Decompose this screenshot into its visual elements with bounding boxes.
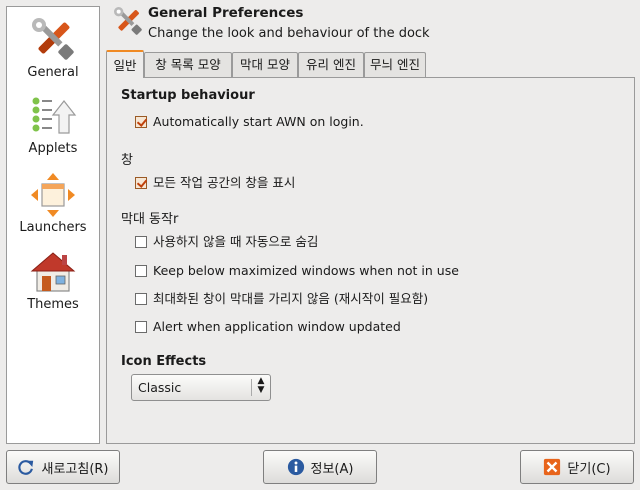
refresh-button[interactable]: 새로고침(R) [6,450,120,484]
checkbox-unchecked-icon[interactable] [135,264,147,277]
spin-arrows-icon: ▲ ▼ [257,376,265,395]
autohide-label: 사용하지 않을 때 자동으로 숨김 [153,234,319,249]
autohide-checkbox[interactable]: 사용하지 않을 때 자동으로 숨김 [135,233,318,251]
checkbox-unchecked-icon[interactable] [135,320,147,333]
icon-effects-value: Classic [138,380,182,395]
section-bar-behaviour-title: 막대 동작r [121,212,179,227]
section-icon-effects-title: Icon Effects [121,354,207,369]
combo-separator [251,379,252,396]
sidebar-item-themes[interactable]: Themes [7,249,99,312]
general-panel: Startup behaviour Automatically start AW… [106,77,635,444]
close-button[interactable]: 닫기(C) [520,450,634,484]
no-cover-checkbox[interactable]: 최대화된 창이 막대를 가리지 않음 (재시작이 필요함) [135,290,428,308]
refresh-icon [18,460,34,475]
checkbox-unchecked-icon[interactable] [135,235,147,248]
launchers-icon [31,173,75,217]
no-cover-label: 최대화된 창이 막대를 가리지 않음 (재시작이 필요함) [153,291,429,306]
autostart-checkbox[interactable]: Automatically start AWN on login. [135,113,364,131]
sidebar-item-launchers[interactable]: Launchers [7,172,99,235]
sidebar-item-general[interactable]: General [7,15,99,80]
tab-bar-look[interactable]: 막대 모양 [232,52,298,77]
tab-window-list-look[interactable]: 창 목록 모양 [144,52,232,77]
checkbox-checked-icon[interactable] [135,115,147,128]
category-sidebar: General Applets Launchers Themes [6,6,100,444]
alert-label: Alert when application window updated [153,319,401,334]
refresh-label: 새로고침(R) [41,461,109,477]
page-subtitle: Change the look and behaviour of the doc… [148,26,430,41]
tab-pattern-engine[interactable]: 무늬 엔진 [364,52,426,77]
page-title: General Preferences [148,5,304,21]
sidebar-item-label: Launchers [19,220,87,235]
section-window-title: 창 [121,153,133,168]
sidebar-item-applets[interactable]: Applets [7,93,99,156]
checkbox-checked-icon[interactable] [135,176,147,189]
sidebar-item-label: Applets [28,141,78,156]
info-icon [287,458,304,476]
show-all-workspaces-label: 모든 작업 공간의 창을 표시 [153,175,296,190]
icon-effects-select[interactable]: Classic ▲ ▼ [131,374,271,401]
about-button[interactable]: 정보(A) [263,450,377,484]
section-startup-title: Startup behaviour [121,88,255,103]
close-label: 닫기(C) [567,461,611,477]
tools-icon [32,18,74,60]
alert-checkbox[interactable]: Alert when application window updated [135,318,401,336]
applets-icon [32,97,77,134]
show-all-workspaces-checkbox[interactable]: 모든 작업 공간의 창을 표시 [135,174,295,192]
checkbox-unchecked-icon[interactable] [135,292,147,305]
tab-general[interactable]: 일반 [106,50,144,78]
sidebar-item-label: Themes [27,297,79,312]
close-icon [544,458,561,476]
sidebar-item-label: General [27,65,79,80]
keep-below-label: Keep below maximized windows when not in… [153,263,459,278]
keep-below-checkbox[interactable]: Keep below maximized windows when not in… [135,262,459,280]
about-label: 정보(A) [310,461,354,477]
tab-glass-engine[interactable]: 유리 엔진 [298,52,364,77]
autostart-label: Automatically start AWN on login. [153,114,364,129]
home-icon [30,252,76,292]
tools-icon [114,7,142,35]
